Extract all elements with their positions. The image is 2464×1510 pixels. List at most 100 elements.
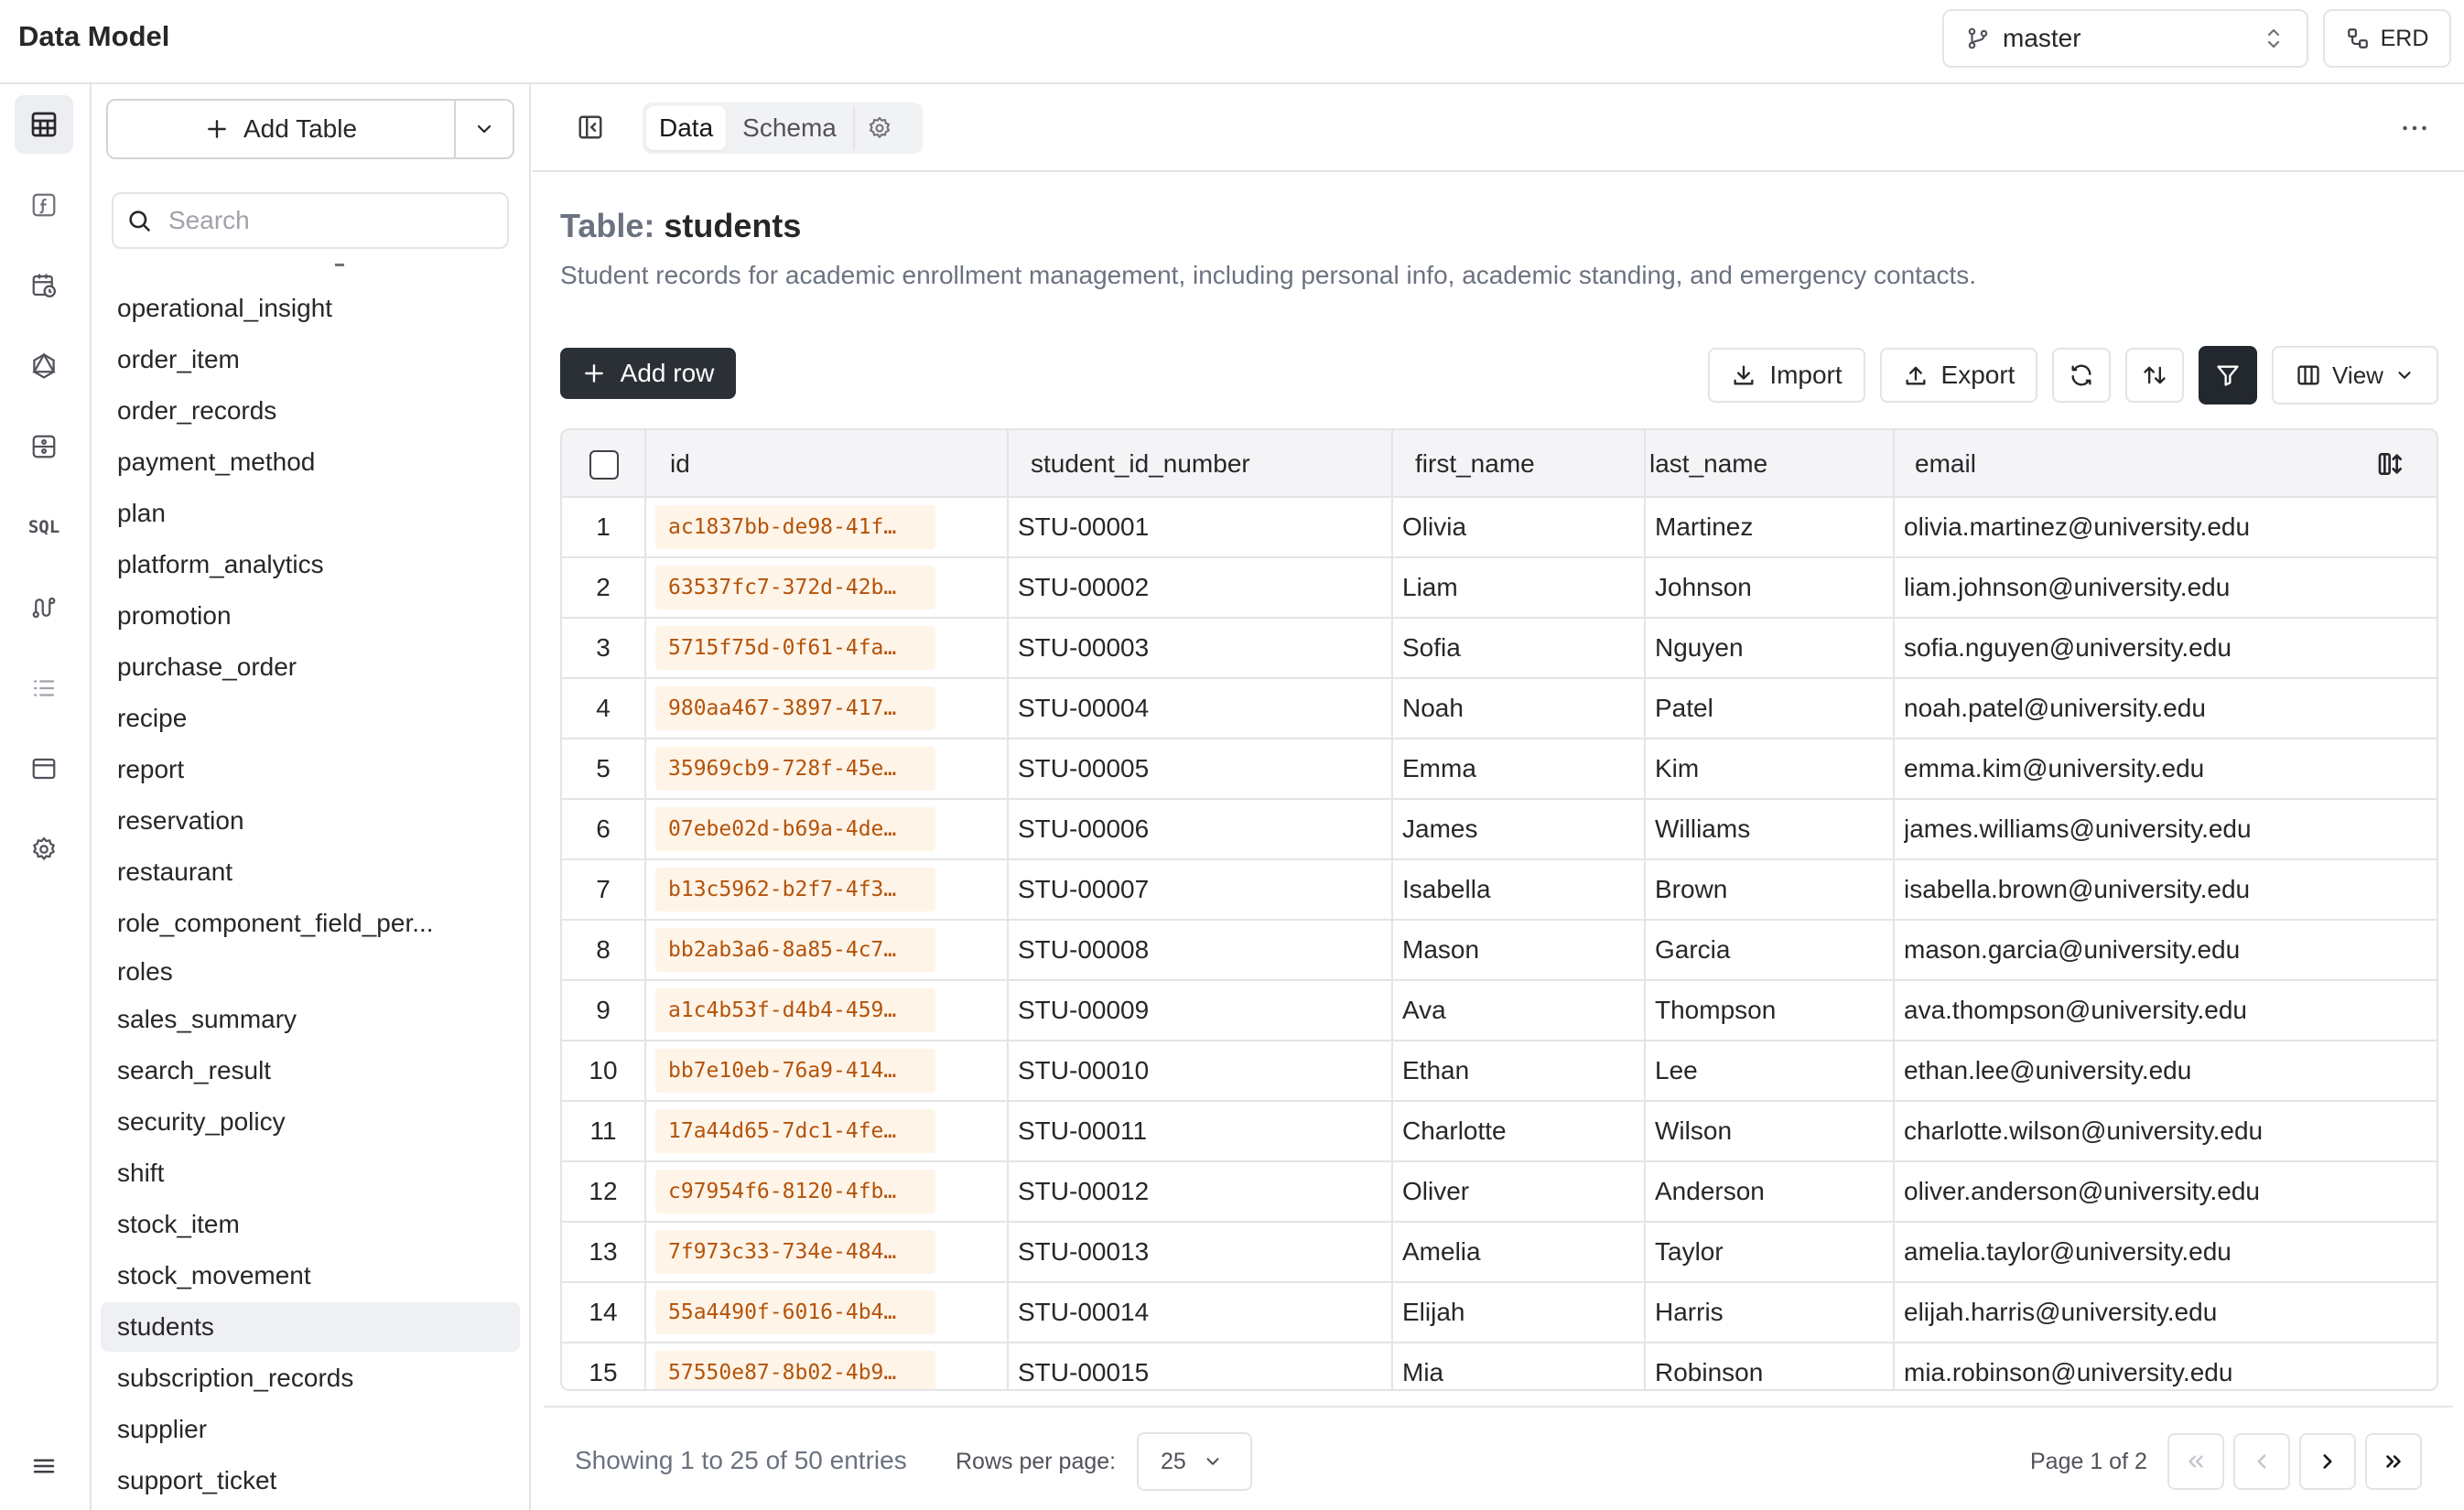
sidebar-item-payment-method[interactable]: payment_method [101, 437, 520, 487]
first-name-cell[interactable]: Mason [1402, 921, 1637, 979]
last-name-cell[interactable]: Johnson [1655, 558, 1886, 617]
email-cell[interactable]: ethan.lee@university.edu [1904, 1041, 2431, 1100]
table-row[interactable]: 5 35969cb9-728f-45e… STU-00005 Emma Kim emma.… [562, 739, 2437, 800]
last-name-cell[interactable]: Williams [1655, 800, 1886, 858]
id-cell[interactable]: 5715f75d-0f61-4fa… [655, 626, 935, 670]
student-id-number-cell[interactable]: STU-00012 [1018, 1162, 1384, 1221]
last-name-cell[interactable]: Lee [1655, 1041, 1886, 1100]
id-cell[interactable]: 63537fc7-372d-42b… [655, 566, 935, 609]
student-id-number-cell[interactable]: STU-00005 [1018, 739, 1384, 798]
email-cell[interactable]: oliver.anderson@university.edu [1904, 1162, 2431, 1221]
table-row[interactable]: 11 17a44d65-7dc1-4fe… STU-00011 Charlotte Wi… [562, 1102, 2437, 1162]
list-icon[interactable] [15, 659, 73, 717]
last-name-cell[interactable]: Brown [1655, 860, 1886, 919]
email-cell[interactable]: charlotte.wilson@university.edu [1904, 1102, 2431, 1160]
first-name-cell[interactable]: Ava [1402, 981, 1637, 1040]
sidebar-item-role-component-field-per[interactable]: role_component_field_per... [101, 899, 520, 948]
id-cell[interactable]: 55a4490f-6016-4b4… [655, 1290, 935, 1334]
sidebar-item-restaurant[interactable]: restaurant [101, 847, 520, 897]
email-cell[interactable]: james.williams@university.edu [1904, 800, 2431, 858]
sort-button[interactable] [2125, 348, 2184, 403]
sidebar-item-order-item[interactable]: order_item [101, 335, 520, 384]
import-button[interactable]: Import [1708, 348, 1865, 403]
email-cell[interactable]: liam.johnson@university.edu [1904, 558, 2431, 617]
email-cell[interactable]: noah.patel@university.edu [1904, 679, 2431, 738]
email-cell[interactable]: ava.thompson@university.edu [1904, 981, 2431, 1040]
table-row[interactable]: 4 980aa467-3897-417… STU-00004 Noah Patel noa… [562, 679, 2437, 739]
id-cell[interactable]: 7f973c33-734e-484… [655, 1230, 935, 1274]
first-name-cell[interactable]: Charlotte [1402, 1102, 1637, 1160]
first-name-cell[interactable]: Elijah [1402, 1283, 1637, 1342]
sidebar-item-roles[interactable]: roles [101, 947, 520, 997]
add-table-button[interactable]: Add Table [108, 101, 456, 157]
last-name-cell[interactable]: Kim [1655, 739, 1886, 798]
email-cell[interactable]: olivia.martinez@university.edu [1904, 498, 2431, 556]
student-id-number-cell[interactable]: STU-00010 [1018, 1041, 1384, 1100]
table-row[interactable]: 6 07ebe02d-b69a-4de… STU-00006 James William… [562, 800, 2437, 860]
id-cell[interactable]: a1c4b53f-d4b4-459… [655, 988, 935, 1032]
select-all-checkbox[interactable] [589, 450, 619, 480]
student-id-number-cell[interactable]: STU-00014 [1018, 1283, 1384, 1342]
last-name-cell[interactable]: Patel [1655, 679, 1886, 738]
sidebar-item-shift[interactable]: shift [101, 1149, 520, 1198]
table-icon[interactable] [15, 95, 73, 154]
sidebar-item-recipe[interactable]: recipe [101, 694, 520, 743]
last-name-cell[interactable]: Nguyen [1655, 619, 1886, 677]
first-name-cell[interactable]: Mia [1402, 1343, 1637, 1389]
sidebar-item-subscription-records[interactable]: subscription_records [101, 1354, 520, 1403]
refresh-button[interactable] [2052, 348, 2111, 403]
collapse-panel-icon[interactable] [571, 108, 610, 146]
table-row[interactable]: 1 ac1837bb-de98-41f… STU-00001 Olivia Martin… [562, 498, 2437, 558]
sidebar-item-search-result[interactable]: search_result [101, 1046, 520, 1095]
column-settings-icon[interactable] [2376, 430, 2405, 498]
window-icon[interactable] [15, 739, 73, 798]
table-row[interactable]: 14 55a4490f-6016-4b4… STU-00014 Elijah Harri… [562, 1283, 2437, 1343]
tab-schema[interactable]: Schema [729, 106, 849, 150]
sidebar-item-students[interactable]: students [101, 1302, 520, 1352]
email-cell[interactable]: mason.garcia@university.edu [1904, 921, 2431, 979]
sidebar-item-stock-movement[interactable]: stock_movement [101, 1251, 520, 1300]
tab-data[interactable]: Data [646, 106, 727, 150]
student-id-number-cell[interactable]: STU-00003 [1018, 619, 1384, 677]
column-header-last-name[interactable]: last_name [1649, 430, 1767, 498]
sidebar-item-plan[interactable]: plan [101, 489, 520, 538]
sidebar-item-platform-analytics[interactable]: platform_analytics [101, 540, 520, 589]
id-cell[interactable]: 17a44d65-7dc1-4fe… [655, 1109, 935, 1153]
sidebar-item-security-policy[interactable]: security_policy [101, 1097, 520, 1147]
sidebar-item-supplier[interactable]: supplier [101, 1405, 520, 1454]
sidebar-item-support-ticket[interactable]: support_ticket [101, 1456, 520, 1505]
previous-page-button[interactable] [2233, 1433, 2290, 1490]
export-button[interactable]: Export [1880, 348, 2037, 403]
last-name-cell[interactable]: Robinson [1655, 1343, 1886, 1389]
add-table-dropdown-button[interactable] [456, 101, 513, 157]
id-cell[interactable]: 35969cb9-728f-45e… [655, 747, 935, 791]
id-cell[interactable]: c97954f6-8120-4fb… [655, 1170, 935, 1213]
more-options-icon[interactable] [2398, 112, 2431, 145]
student-id-number-cell[interactable]: STU-00009 [1018, 981, 1384, 1040]
last-name-cell[interactable]: Taylor [1655, 1223, 1886, 1281]
sidebar-item-reservation[interactable]: reservation [101, 796, 520, 846]
sidebar-item-order-records[interactable]: order_records [101, 386, 520, 436]
email-cell[interactable]: elijah.harris@university.edu [1904, 1283, 2431, 1342]
student-id-number-cell[interactable]: STU-00013 [1018, 1223, 1384, 1281]
sidebar-item-promotion[interactable]: promotion [101, 591, 520, 641]
rows-per-page-select[interactable]: 25 [1137, 1432, 1252, 1491]
table-row[interactable]: 12 c97954f6-8120-4fb… STU-00012 Oliver Ander… [562, 1162, 2437, 1223]
settings-icon[interactable] [15, 820, 73, 879]
student-id-number-cell[interactable]: STU-00015 [1018, 1343, 1384, 1389]
workflow-icon[interactable] [15, 578, 73, 637]
student-id-number-cell[interactable]: STU-00001 [1018, 498, 1384, 556]
first-name-cell[interactable]: Oliver [1402, 1162, 1637, 1221]
student-id-number-cell[interactable]: STU-00004 [1018, 679, 1384, 738]
table-settings-button[interactable] [852, 106, 904, 150]
id-cell[interactable]: bb7e10eb-76a9-414… [655, 1049, 935, 1093]
id-cell[interactable]: bb2ab3a6-8a85-4c7… [655, 928, 935, 972]
column-header-email[interactable]: email [1915, 430, 1976, 498]
last-name-cell[interactable]: Anderson [1655, 1162, 1886, 1221]
table-row[interactable]: 10 bb7e10eb-76a9-414… STU-00010 Ethan Lee eth… [562, 1041, 2437, 1102]
id-cell[interactable]: 980aa467-3897-417… [655, 686, 935, 730]
last-page-button[interactable] [2365, 1433, 2422, 1490]
student-id-number-cell[interactable]: STU-00011 [1018, 1102, 1384, 1160]
id-cell[interactable]: 57550e87-8b02-4b9… [655, 1351, 935, 1389]
email-cell[interactable]: isabella.brown@university.edu [1904, 860, 2431, 919]
